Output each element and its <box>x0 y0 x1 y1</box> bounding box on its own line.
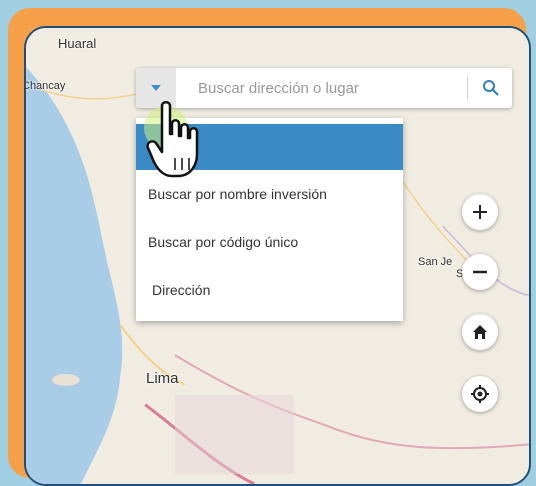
locate-icon <box>471 385 489 403</box>
map-view[interactable]: Huaral Chancay Lima San Je de S Buscar p… <box>24 26 531 486</box>
home-button[interactable] <box>462 314 498 350</box>
search-input[interactable] <box>176 69 467 107</box>
search-icon <box>483 80 499 96</box>
menu-item-direccion[interactable]: Dirección <box>136 266 403 314</box>
place-chancay: Chancay <box>24 80 66 92</box>
search-separator <box>467 77 468 99</box>
caret-down-icon <box>151 85 161 91</box>
zoom-out-button[interactable] <box>462 254 498 290</box>
zoom-out-icon <box>473 270 487 274</box>
place-huaral: Huaral <box>58 36 97 51</box>
hand-pointer-icon <box>144 101 199 178</box>
slide-frame: Huaral Chancay Lima San Je de S Buscar p… <box>0 0 536 486</box>
place-lima: Lima <box>146 370 179 387</box>
locate-button[interactable] <box>462 376 498 412</box>
zoom-in-icon <box>473 205 487 219</box>
zoom-in-button[interactable] <box>462 194 498 230</box>
home-icon <box>473 325 487 339</box>
menu-item-codigo-unico[interactable]: Buscar por código único <box>136 218 403 266</box>
search-button[interactable] <box>476 73 506 103</box>
